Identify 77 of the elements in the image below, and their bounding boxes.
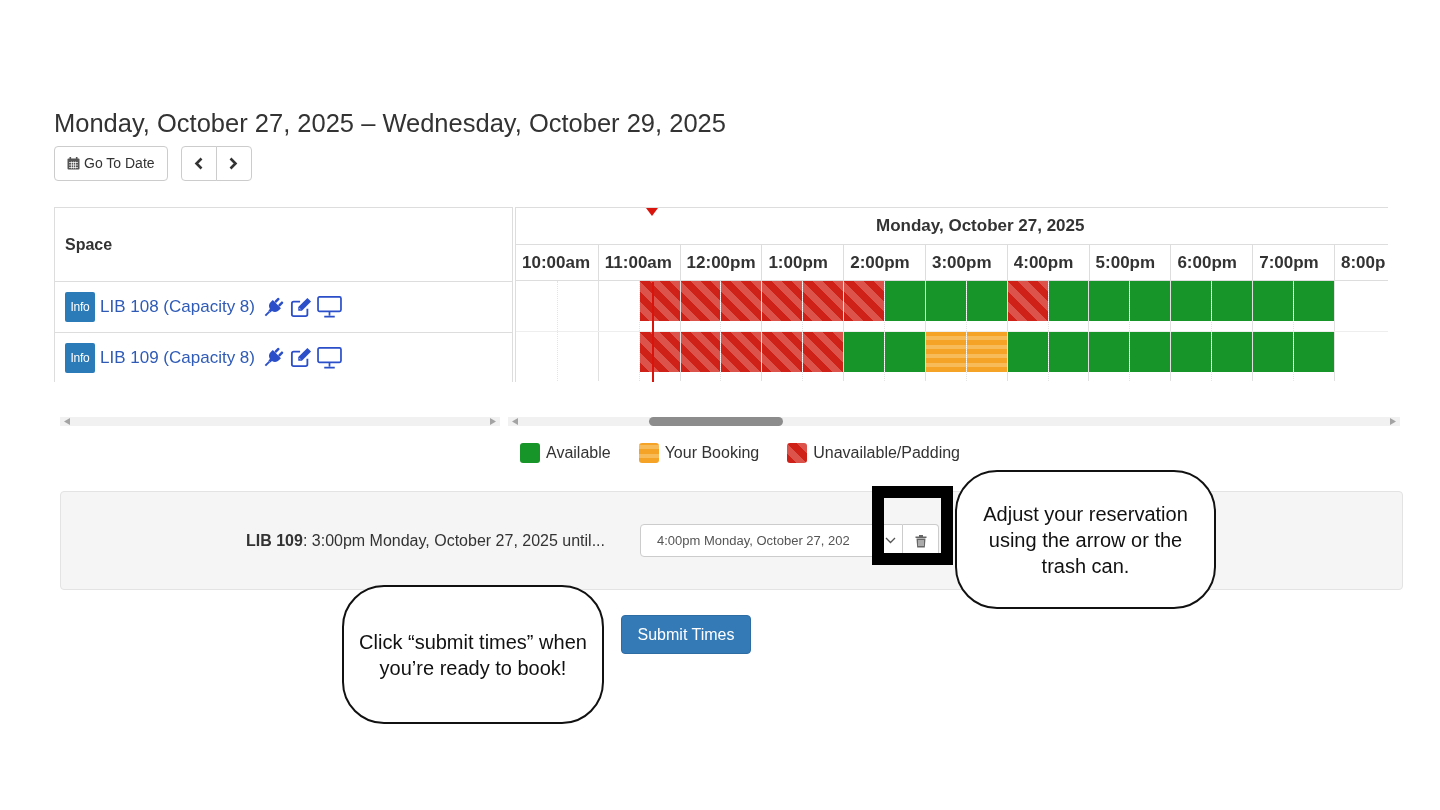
legend-swatch-icon bbox=[787, 443, 808, 463]
end-time-select[interactable]: 4:00pm Monday, October 27, 202 bbox=[640, 524, 903, 557]
right-triangle-icon bbox=[490, 418, 496, 425]
room-link[interactable]: LIB 108 (Capacity 8) bbox=[100, 294, 255, 320]
monitor-icon bbox=[316, 296, 342, 318]
unavailable-slot bbox=[803, 281, 844, 321]
day-header: Monday, October 27, 2025 bbox=[516, 208, 1388, 245]
hour-header: 2:00pm bbox=[843, 245, 925, 280]
hour-header: 8:00p bbox=[1333, 245, 1388, 280]
legend-label: Available bbox=[546, 443, 611, 463]
info-button[interactable]: Info bbox=[65, 342, 95, 373]
hour-header: 4:00pm bbox=[1006, 245, 1089, 280]
callout-bubble: Adjust your reservation using the arrow or the trash can. bbox=[955, 470, 1216, 609]
booked-slot[interactable] bbox=[966, 332, 1007, 372]
legend-swatch-icon bbox=[520, 443, 540, 463]
unavailable-slot bbox=[639, 281, 680, 321]
available-slot[interactable] bbox=[1007, 332, 1048, 372]
unavailable-slot bbox=[762, 281, 803, 321]
right-triangle-icon bbox=[1390, 418, 1396, 425]
hour-header: 10:00am bbox=[521, 252, 592, 274]
column-header: Space bbox=[55, 208, 512, 282]
edit-icon bbox=[289, 347, 312, 368]
available-slot[interactable] bbox=[1171, 332, 1212, 372]
available-slot[interactable] bbox=[1293, 281, 1334, 321]
unavailable-slot bbox=[680, 332, 721, 372]
available-slot[interactable] bbox=[1089, 332, 1130, 372]
callout-bubble: Click “submit times” when you’re ready to book! bbox=[342, 585, 604, 724]
available-slot[interactable] bbox=[925, 281, 966, 321]
unavailable-slot bbox=[639, 332, 680, 372]
available-slot[interactable] bbox=[1212, 332, 1253, 372]
horizontal-scrollbar[interactable] bbox=[508, 417, 1400, 426]
legend-label: Unavailable/Padding bbox=[813, 443, 960, 463]
left-triangle-icon bbox=[512, 418, 518, 425]
next-button[interactable] bbox=[215, 146, 252, 181]
available-slot[interactable] bbox=[1212, 281, 1253, 321]
available-slot[interactable] bbox=[1089, 281, 1130, 321]
previous-button[interactable] bbox=[180, 146, 217, 181]
legend-swatch-icon bbox=[638, 443, 659, 463]
info-button[interactable]: Info bbox=[65, 292, 95, 322]
available-slot[interactable] bbox=[1048, 281, 1089, 321]
reservation-summary: LIB 109: 3:00pm Monday, October 27, 2025 until... bbox=[244, 530, 605, 551]
edit-icon bbox=[289, 296, 312, 318]
calendar-icon bbox=[67, 157, 80, 170]
hour-header: 11:00am bbox=[597, 245, 680, 280]
hour-header: 1:00pm bbox=[761, 245, 844, 280]
available-slot[interactable] bbox=[1048, 332, 1089, 372]
legend-label: Your Booking bbox=[664, 443, 760, 463]
unavailable-slot bbox=[721, 281, 762, 321]
unavailable-slot bbox=[1007, 281, 1048, 321]
chevron-down-icon bbox=[885, 537, 896, 544]
chevron-left-icon bbox=[194, 157, 204, 170]
available-slot[interactable] bbox=[1293, 332, 1334, 372]
hour-header: 3:00pm bbox=[925, 245, 1007, 280]
booked-slot[interactable] bbox=[925, 332, 966, 372]
hour-header: 7:00pm bbox=[1252, 245, 1334, 280]
monitor-icon bbox=[316, 346, 342, 369]
submit-button[interactable]: Submit Times bbox=[621, 615, 751, 654]
hour-header: 6:00pm bbox=[1170, 245, 1253, 280]
room-link[interactable]: LIB 109 (Capacity 8) bbox=[100, 344, 255, 371]
left-triangle-icon bbox=[64, 418, 70, 425]
available-slot[interactable] bbox=[1130, 332, 1171, 372]
go-to-date-button[interactable]: Go To Date bbox=[54, 146, 168, 181]
hour-header: 12:00pm bbox=[679, 245, 762, 280]
unavailable-slot bbox=[721, 332, 762, 372]
unavailable-slot bbox=[762, 332, 803, 372]
available-slot[interactable] bbox=[966, 281, 1007, 321]
unavailable-slot bbox=[844, 281, 884, 321]
hour-header: 5:00pm bbox=[1088, 245, 1171, 280]
chevron-right-icon bbox=[229, 157, 239, 170]
scrollbar-thumb[interactable] bbox=[649, 417, 783, 426]
unavailable-slot bbox=[803, 332, 844, 372]
horizontal-scrollbar[interactable] bbox=[60, 417, 500, 426]
unavailable-slot bbox=[680, 281, 721, 321]
trash-icon bbox=[914, 533, 927, 548]
available-slot[interactable] bbox=[1171, 281, 1212, 321]
available-slot[interactable] bbox=[1130, 281, 1171, 321]
date-range-title: Monday, October 27, 2025 – Wednesday, October 29, 2025 bbox=[54, 109, 727, 138]
